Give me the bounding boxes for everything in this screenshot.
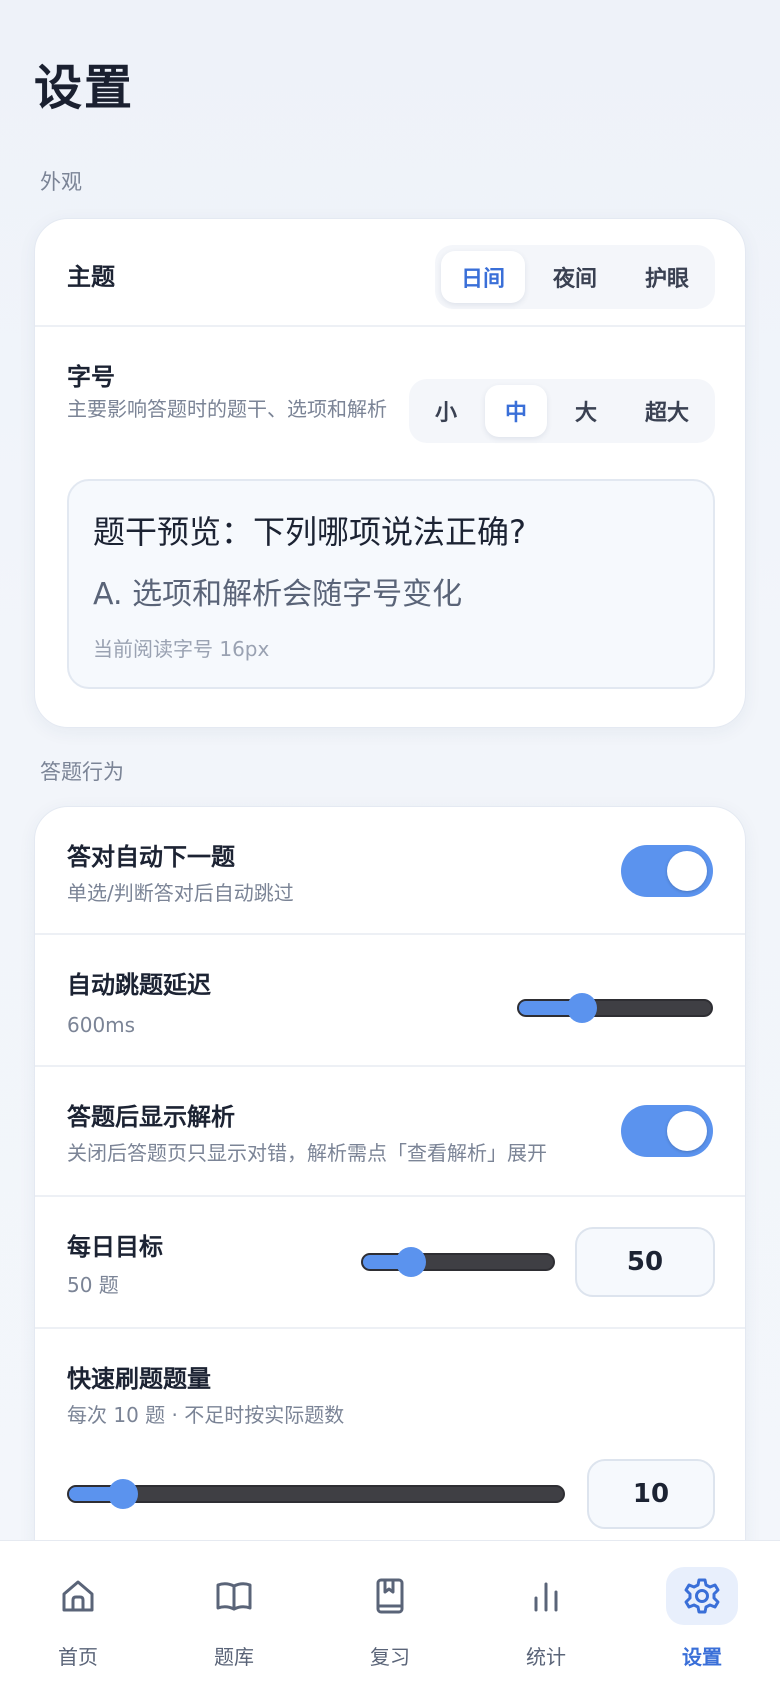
font-size-label: 字号 [67,363,115,391]
daily-goal-row: 每日目标 50 题 50 [35,1197,745,1329]
slider-thumb[interactable] [108,1479,139,1509]
auto-delay-label: 自动跳题延迟 [67,971,211,999]
bottom-tab-bar: 首页 题库 复习 统计 设置 [0,1540,780,1688]
tab-home-label: 首页 [58,1645,98,1669]
tab-stats-label: 统计 [526,1645,566,1669]
tab-review-label: 复习 [370,1645,410,1669]
tab-question-bank[interactable]: 题库 [156,1541,312,1688]
auto-delay-value: 600ms [67,1013,136,1037]
appearance-card: 主题 日间 夜间 护眼 字号 主要影响答题时的题干、选项和解析 小 中 大 超大… [34,218,746,728]
quick-count-label: 快速刷题题量 [67,1365,211,1393]
auto-delay-row: 自动跳题延迟 600ms [35,935,745,1067]
tab-stats[interactable]: 统计 [468,1541,624,1688]
auto-next-toggle[interactable] [621,845,713,897]
tab-home[interactable]: 首页 [0,1541,156,1688]
show-explanation-label: 答题后显示解析 [67,1103,235,1131]
font-size-description: 主要影响答题时的题干、选项和解析 [67,397,387,421]
show-explanation-row: 答题后显示解析 关闭后答题页只显示对错，解析需点「查看解析」展开 [35,1067,745,1197]
font-size-option-xlarge[interactable]: 超大 [625,385,709,437]
font-size-row: 字号 主要影响答题时的题干、选项和解析 小 中 大 超大 题干预览：下列哪项说法… [35,327,745,729]
auto-delay-slider[interactable] [517,993,713,1023]
daily-goal-input[interactable]: 50 [575,1227,715,1297]
home-icon [42,1567,114,1625]
section-label-behavior: 答题行为 [40,760,124,784]
show-explanation-description: 关闭后答题页只显示对错，解析需点「查看解析」展开 [67,1141,547,1165]
font-size-option-small[interactable]: 小 [415,385,477,437]
bar-chart-icon [510,1567,582,1625]
font-size-option-medium[interactable]: 中 [484,385,547,437]
preview-note: 当前阅读字号 16px [93,637,270,661]
show-explanation-toggle[interactable] [621,1105,713,1157]
theme-option-eye-care[interactable]: 护眼 [625,251,709,303]
auto-next-label: 答对自动下一题 [67,843,235,871]
daily-goal-label: 每日目标 [67,1233,163,1261]
quick-count-description: 每次 10 题 · 不足时按实际题数 [67,1403,345,1427]
preview-question: 题干预览：下列哪项说法正确? [93,513,526,551]
page-title: 设置 [34,60,135,116]
font-size-segmented-control: 小 中 大 超大 [408,379,715,443]
tab-settings-label: 设置 [682,1645,722,1669]
theme-segmented-control: 日间 夜间 护眼 [434,245,715,309]
slider-thumb[interactable] [395,1247,426,1277]
theme-row: 主题 日间 夜间 护眼 [35,219,745,327]
tab-review[interactable]: 复习 [312,1541,468,1688]
gear-icon [666,1567,738,1625]
theme-option-day[interactable]: 日间 [440,251,525,303]
auto-next-row: 答对自动下一题 单选/判断答对后自动跳过 [35,807,745,935]
toggle-knob [667,1111,707,1151]
tab-question-bank-label: 题库 [214,1645,254,1669]
section-label-appearance: 外观 [40,170,82,194]
slider-thumb[interactable] [567,993,598,1023]
toggle-knob [667,851,707,891]
book-open-icon [198,1567,270,1625]
quick-count-row: 快速刷题题量 每次 10 题 · 不足时按实际题数 10 [35,1329,745,1567]
bookmark-book-icon [354,1567,426,1625]
quick-count-input[interactable]: 10 [587,1459,715,1529]
tab-settings[interactable]: 设置 [624,1541,780,1688]
font-preview-box: 题干预览：下列哪项说法正确? A. 选项和解析会随字号变化 当前阅读字号 16p… [67,479,715,689]
preview-option: A. 选项和解析会随字号变化 [93,577,463,612]
theme-label: 主题 [67,263,115,291]
daily-goal-value: 50 题 [67,1273,119,1297]
theme-option-night[interactable]: 夜间 [533,251,617,303]
font-size-option-large[interactable]: 大 [555,385,617,437]
auto-next-description: 单选/判断答对后自动跳过 [67,881,294,905]
daily-goal-slider[interactable] [361,1247,555,1277]
quick-count-slider[interactable] [67,1479,565,1509]
behavior-card: 答对自动下一题 单选/判断答对后自动跳过 自动跳题延迟 600ms 答题后显示解… [34,806,746,1566]
